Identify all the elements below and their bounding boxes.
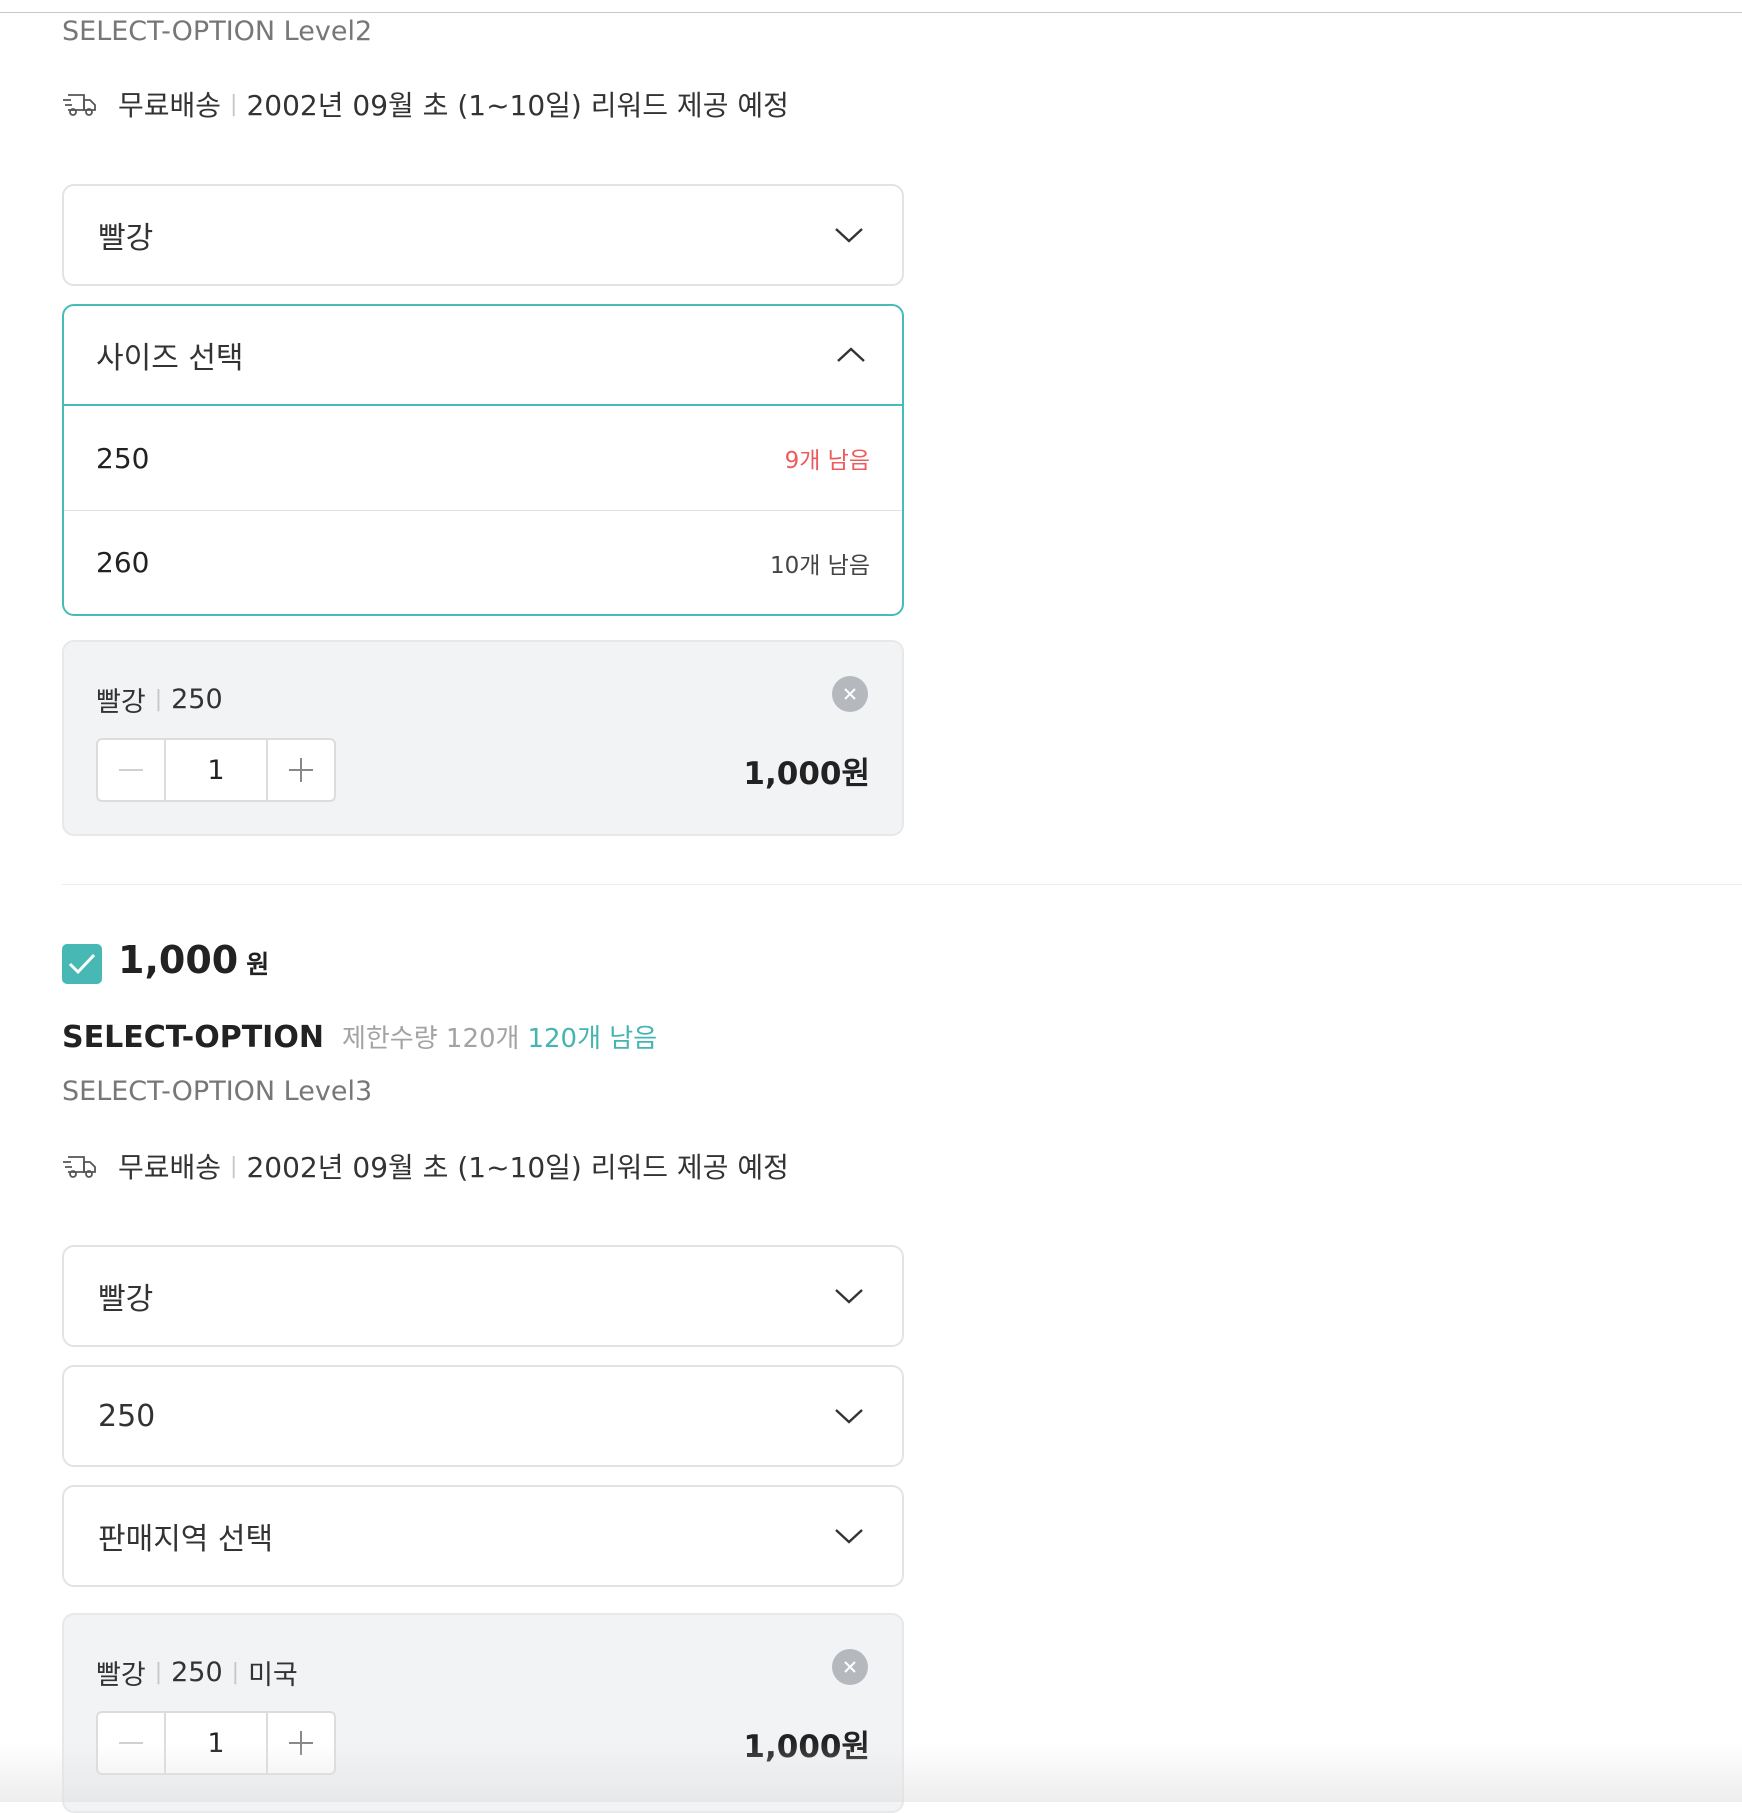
reward-checkbox[interactable] [62, 944, 102, 984]
shipping-method: 무료배송 [118, 89, 222, 122]
plus-icon [289, 1731, 313, 1755]
chevron-down-icon [834, 1407, 864, 1425]
decrease-quantity-button[interactable] [98, 1713, 164, 1773]
color-select[interactable]: 빨강 [62, 1245, 904, 1347]
increase-quantity-button[interactable] [268, 1713, 334, 1773]
option-subtitle: SELECT-OPTION Level3 [62, 1076, 373, 1107]
option-name: SELECT-OPTION [62, 1020, 324, 1055]
limit-quantity: 제한수량 120개 [341, 1024, 520, 1054]
stock-remaining: 10개 남음 [769, 552, 870, 579]
section-divider [62, 884, 1742, 885]
remove-option-button[interactable] [832, 676, 868, 712]
selected-color: 빨강 [96, 687, 146, 718]
size-option-250[interactable]: 250 9개 남음 [64, 406, 902, 510]
close-icon [844, 1661, 856, 1673]
color-select-value: 빨강 [98, 221, 154, 256]
selected-option-label: 빨강 | 250 [96, 680, 223, 719]
minus-icon [119, 769, 143, 771]
color-select-value: 빨강 [98, 1282, 154, 1317]
increase-quantity-button[interactable] [268, 740, 334, 800]
quantity-value[interactable]: 1 [164, 1713, 268, 1773]
size-select[interactable]: 250 [62, 1365, 904, 1467]
option-subtitle: SELECT-OPTION Level2 [62, 16, 373, 47]
top-divider [0, 12, 1742, 13]
truck-icon [62, 89, 98, 119]
size-select-value: 250 [98, 1398, 156, 1434]
shipping-schedule: 2002년 09월 초 (1~10일) 리워드 제공 예정 [246, 1151, 789, 1184]
reward-price-unit: 원 [246, 950, 270, 979]
size-dropdown-header[interactable]: 사이즈 선택 [64, 306, 902, 406]
color-select[interactable]: 빨강 [62, 184, 904, 286]
shipping-schedule: 2002년 09월 초 (1~10일) 리워드 제공 예정 [246, 89, 789, 122]
size-option-label: 250 [96, 441, 150, 475]
shipping-info: 무료배송 | 2002년 09월 초 (1~10일) 리워드 제공 예정 [62, 84, 789, 124]
chevron-up-icon [836, 346, 866, 364]
reward-price-value: 1,000 [118, 938, 239, 982]
shipping-info: 무료배송 | 2002년 09월 초 (1~10일) 리워드 제공 예정 [62, 1146, 789, 1186]
selected-option-card: 빨강 | 250 1 1,000원 [62, 640, 904, 836]
selected-option-card: 빨강 | 250 | 미국 1 1,000원 [62, 1613, 904, 1813]
region-select[interactable]: 판매지역 선택 [62, 1485, 904, 1587]
chevron-down-icon [834, 226, 864, 244]
plus-icon [289, 758, 313, 782]
chevron-down-icon [834, 1287, 864, 1305]
chevron-down-icon [834, 1527, 864, 1545]
decrease-quantity-button[interactable] [98, 740, 164, 800]
size-option-260[interactable]: 260 10개 남음 [64, 510, 902, 614]
size-option-label: 260 [96, 546, 150, 579]
selected-color: 빨강 [96, 1660, 146, 1691]
quantity-stepper[interactable]: 1 [96, 1711, 336, 1775]
check-icon [68, 953, 96, 975]
option-title: SELECT-OPTION 제한수량 120개 120개 남음 [62, 1018, 657, 1055]
reward-price: 1,000 원 [118, 938, 269, 982]
line-price: 1,000원 [743, 1729, 870, 1765]
selected-region: 미국 [248, 1660, 298, 1691]
stock-remaining: 9개 남음 [784, 448, 870, 474]
close-icon [844, 688, 856, 700]
selected-size: 250 [171, 1657, 223, 1688]
selected-option-label: 빨강 | 250 | 미국 [96, 1653, 298, 1692]
line-price: 1,000원 [743, 756, 870, 792]
truck-icon [62, 1151, 98, 1181]
shipping-method: 무료배송 [118, 1151, 222, 1184]
size-dropdown[interactable]: 사이즈 선택 250 9개 남음 260 10개 남음 [62, 304, 904, 616]
region-select-placeholder: 판매지역 선택 [98, 1522, 274, 1557]
quantity-stepper[interactable]: 1 [96, 738, 336, 802]
remove-option-button[interactable] [832, 1649, 868, 1685]
quantity-value[interactable]: 1 [164, 740, 268, 800]
selected-size: 250 [171, 684, 223, 715]
size-dropdown-label: 사이즈 선택 [96, 341, 244, 376]
remaining-quantity: 120개 남음 [527, 1024, 658, 1054]
minus-icon [119, 1742, 143, 1744]
